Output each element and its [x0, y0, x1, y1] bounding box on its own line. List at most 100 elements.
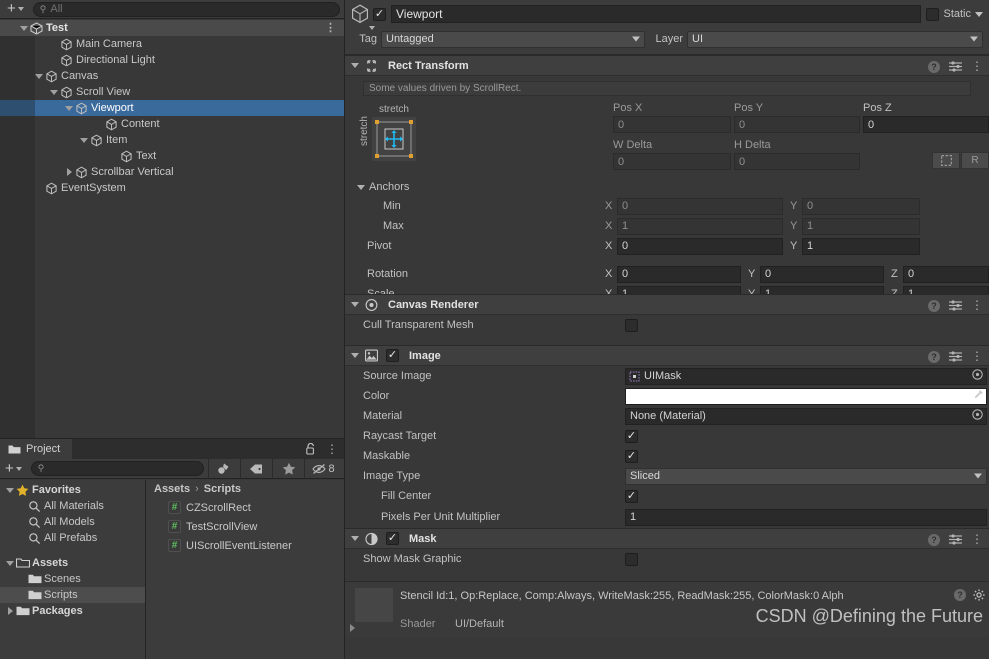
eyedropper-icon[interactable]	[972, 389, 984, 404]
hierarchy-item-main-camera[interactable]: Main Camera	[0, 36, 344, 52]
help-icon[interactable]: ?	[954, 588, 966, 601]
project-search-input[interactable]: ⚲	[30, 461, 204, 476]
help-icon[interactable]: ?	[928, 350, 940, 363]
preset-icon[interactable]	[949, 60, 962, 73]
image-type-dropdown[interactable]: Sliced	[625, 467, 987, 485]
pos-y-field[interactable]: 0	[734, 116, 860, 133]
tag-dropdown[interactable]: Untagged	[381, 30, 645, 48]
anchor-preset-widget[interactable]: stretch stretch	[359, 104, 427, 161]
component-header-rect-transform[interactable]: Rect Transform ? ⋮	[345, 55, 989, 76]
component-header-canvas-renderer[interactable]: Canvas Renderer ? ⋮	[345, 294, 989, 315]
chevron-right-icon[interactable]	[63, 168, 75, 176]
chevron-down-icon[interactable]	[357, 184, 365, 190]
breadcrumb-item[interactable]: Scripts	[204, 483, 241, 495]
anchor-max-y-field[interactable]: 1	[802, 217, 920, 235]
color-swatch[interactable]	[625, 387, 987, 405]
pivot-x-field[interactable]: 0	[617, 237, 783, 255]
anchor-min-y-field[interactable]: 0	[802, 197, 920, 215]
project-asset-list[interactable]: Assets › Scripts # CZScrollRect # TestScrollV…	[146, 480, 344, 659]
mask-enabled-checkbox[interactable]	[386, 532, 399, 545]
breadcrumb-item[interactable]: Assets	[154, 483, 190, 495]
object-picker-icon[interactable]	[972, 409, 983, 423]
kebab-menu-icon[interactable]: ⋮	[971, 533, 983, 545]
breadcrumb[interactable]: Assets › Scripts	[146, 480, 344, 498]
hierarchy-item-viewport[interactable]: Viewport	[0, 100, 344, 116]
asset-item[interactable]: # UIScrollEventListener	[146, 536, 344, 555]
hierarchy-item-eventsystem[interactable]: EventSystem	[0, 180, 344, 196]
raw-edit-button[interactable]: R	[961, 152, 989, 169]
favorites-star-icon[interactable]	[272, 459, 304, 478]
hierarchy-item-directional-light[interactable]: Directional Light	[0, 52, 344, 68]
material-object-field[interactable]: None (Material)	[625, 407, 987, 425]
rotation-z-field[interactable]: 0	[903, 265, 989, 283]
chevron-down-icon[interactable]	[975, 11, 983, 17]
chevron-down-icon[interactable]	[63, 105, 75, 111]
hierarchy-item-test[interactable]: Test ⋮	[0, 20, 344, 36]
asset-item[interactable]: # TestScrollView	[146, 517, 344, 536]
chevron-down-icon[interactable]	[78, 137, 90, 143]
kebab-menu-icon[interactable]: ⋮	[971, 60, 983, 72]
preset-icon[interactable]	[949, 533, 962, 546]
image-enabled-checkbox[interactable]	[386, 349, 399, 362]
fill-center-checkbox[interactable]	[625, 489, 638, 503]
show-mask-graphic-checkbox[interactable]	[625, 552, 638, 566]
preset-icon[interactable]	[949, 299, 962, 312]
chevron-right-icon[interactable]	[350, 624, 355, 632]
hierarchy-item-scroll-view[interactable]: Scroll View	[0, 84, 344, 100]
h-delta-field[interactable]: 0	[734, 153, 860, 170]
maskable-checkbox[interactable]	[625, 449, 638, 463]
kebab-menu-icon[interactable]: ⋮	[971, 350, 983, 362]
hierarchy-item-scrollbar-vertical[interactable]: Scrollbar Vertical	[0, 164, 344, 180]
project-create-button[interactable]: +	[2, 461, 25, 477]
rotation-x-field[interactable]: 0	[617, 265, 741, 283]
chevron-down-icon[interactable]	[18, 25, 30, 31]
hierarchy-item-text[interactable]: Text	[0, 148, 344, 164]
filter-by-type-icon[interactable]	[208, 459, 240, 478]
chevron-down-icon[interactable]	[33, 73, 45, 79]
project-tree-item-assets[interactable]: Assets	[0, 555, 145, 571]
static-checkbox[interactable]	[926, 7, 940, 21]
project-tree-item-all-prefabs[interactable]: All Prefabs	[0, 530, 145, 546]
rotation-y-field[interactable]: 0	[760, 265, 884, 283]
raycast-target-checkbox[interactable]	[625, 429, 638, 443]
chevron-down-icon[interactable]	[351, 63, 359, 68]
hierarchy-tree[interactable]: Test ⋮ Main Camera Directional Light Canvas S…	[0, 20, 344, 196]
project-folder-tree[interactable]: Favorites All Materials All Models All Pref…	[0, 480, 146, 659]
chevron-down-icon[interactable]	[4, 487, 16, 493]
preset-icon[interactable]	[949, 350, 962, 363]
anchor-preset-box[interactable]	[372, 117, 416, 161]
pos-z-field[interactable]: 0	[863, 116, 989, 133]
gear-icon[interactable]	[972, 588, 985, 601]
asset-item[interactable]: # CZScrollRect	[146, 498, 344, 517]
hierarchy-item-content[interactable]: Content	[0, 116, 344, 132]
component-header-image[interactable]: Image ? ⋮	[345, 345, 989, 366]
project-tree-item-scripts[interactable]: Scripts	[0, 587, 145, 603]
pivot-y-field[interactable]: 1	[802, 237, 920, 255]
pixels-per-unit-multiplier-field[interactable]: 1	[625, 508, 987, 526]
gameobject-name-input[interactable]: Viewport	[391, 5, 922, 23]
pos-x-field[interactable]: 0	[613, 116, 731, 133]
w-delta-field[interactable]: 0	[613, 153, 731, 170]
anchor-min-x-field[interactable]: 0	[617, 197, 783, 215]
source-image-object-field[interactable]: UIMask	[625, 367, 987, 385]
project-tree-item-scenes[interactable]: Scenes	[0, 571, 145, 587]
chevron-down-icon[interactable]	[4, 560, 16, 566]
project-tree-item-packages[interactable]: Packages	[0, 603, 145, 619]
project-menu-icon[interactable]: ⋮	[326, 443, 338, 455]
layer-dropdown[interactable]: UI	[687, 30, 983, 48]
scene-menu-icon[interactable]: ⋮	[325, 23, 336, 34]
filter-by-label-icon[interactable]	[240, 459, 272, 478]
project-tree-item-all-materials[interactable]: All Materials	[0, 498, 145, 514]
tab-project[interactable]: Project	[0, 439, 73, 459]
component-header-mask[interactable]: Mask ? ⋮	[345, 528, 989, 549]
help-icon[interactable]: ?	[928, 60, 940, 73]
chevron-down-icon[interactable]	[351, 302, 359, 307]
gameobject-enabled-checkbox[interactable]	[373, 7, 386, 21]
hierarchy-item-canvas[interactable]: Canvas	[0, 68, 344, 84]
lock-open-icon[interactable]	[304, 443, 317, 456]
project-tree-item-all-models[interactable]: All Models	[0, 514, 145, 530]
hierarchy-item-item[interactable]: Item	[0, 132, 344, 148]
help-icon[interactable]: ?	[928, 299, 940, 312]
blueprint-mode-button[interactable]	[932, 152, 960, 169]
chevron-down-icon[interactable]	[351, 353, 359, 358]
